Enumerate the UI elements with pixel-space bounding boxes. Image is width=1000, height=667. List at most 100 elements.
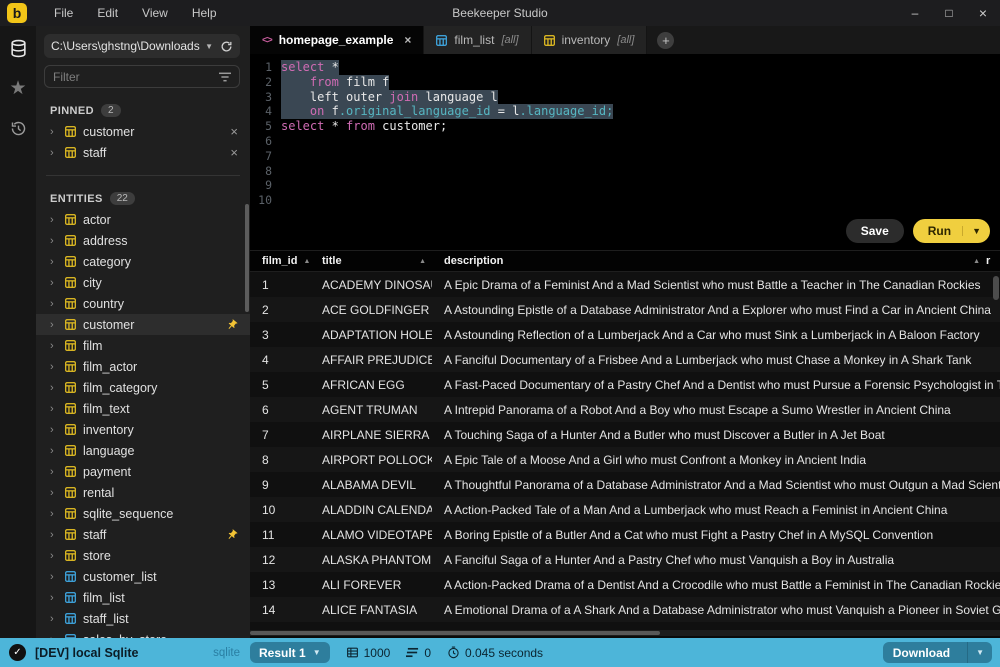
entity-item-film_category[interactable]: › film_category xyxy=(36,377,250,398)
chevron-right-icon[interactable]: › xyxy=(50,508,58,520)
tab-homepage_example[interactable]: <>homepage_example× xyxy=(250,26,424,54)
chevron-right-icon[interactable]: › xyxy=(50,571,58,583)
pinned-item-staff[interactable]: › staff× xyxy=(36,142,250,163)
chevron-right-icon[interactable]: › xyxy=(50,382,58,394)
table-row[interactable]: 7AIRPLANE SIERRAA Touching Saga of a Hun… xyxy=(250,422,1000,447)
sort-arrow-icon[interactable]: ▲ xyxy=(419,258,426,265)
chevron-right-icon[interactable]: › xyxy=(50,340,58,352)
entity-item-payment[interactable]: › payment xyxy=(36,461,250,482)
result-selector[interactable]: Result 1 ▼ xyxy=(250,642,330,663)
favorites-icon[interactable]: ★ xyxy=(6,76,30,100)
chevron-right-icon[interactable]: › xyxy=(50,298,58,310)
close-button[interactable]: × xyxy=(966,0,1000,26)
chevron-right-icon[interactable]: › xyxy=(50,445,58,457)
entity-item-rental[interactable]: › rental xyxy=(36,482,250,503)
entity-item-film_text[interactable]: › film_text xyxy=(36,398,250,419)
unpin-close-icon[interactable]: × xyxy=(230,145,238,160)
filter-icon[interactable] xyxy=(219,72,231,82)
download-options-caret-icon[interactable]: ▼ xyxy=(967,642,992,663)
refresh-icon[interactable] xyxy=(220,40,233,53)
chevron-right-icon[interactable]: › xyxy=(50,319,58,331)
table-row[interactable]: 14ALICE FANTASIAA Emotional Drama of a A… xyxy=(250,597,1000,622)
entity-item-actor[interactable]: › actor xyxy=(36,209,250,230)
table-row[interactable]: 2ACE GOLDFINGERA Astounding Epistle of a… xyxy=(250,297,1000,322)
entity-item-film_actor[interactable]: › film_actor xyxy=(36,356,250,377)
entity-item-address[interactable]: › address xyxy=(36,230,250,251)
table-row[interactable]: 5AFRICAN EGGA Fast-Paced Documentary of … xyxy=(250,372,1000,397)
column-header-description[interactable]: description▲ xyxy=(432,255,986,267)
entity-item-sqlite_sequence[interactable]: › sqlite_sequence xyxy=(36,503,250,524)
chevron-right-icon[interactable]: › xyxy=(50,256,58,268)
filter-input[interactable] xyxy=(53,70,219,84)
chevron-right-icon[interactable]: › xyxy=(50,126,58,138)
table-row[interactable]: 12ALASKA PHANTOMA Fanciful Saga of a Hun… xyxy=(250,547,1000,572)
connection-path-selector[interactable]: C:\Users\ghstng\Downloads ▼ xyxy=(44,34,240,58)
table-row[interactable]: 1ACADEMY DINOSAURA Epic Drama of a Femin… xyxy=(250,272,1000,297)
results-vertical-scrollbar[interactable] xyxy=(993,276,999,300)
connection-status[interactable]: ✓ [DEV] local Sqlite sqlite xyxy=(0,644,250,661)
cell-description: A Fast-Paced Documentary of a Pastry Che… xyxy=(432,378,1000,392)
menu-file[interactable]: File xyxy=(43,3,84,23)
chevron-right-icon[interactable]: › xyxy=(50,550,58,562)
entity-item-country[interactable]: › country xyxy=(36,293,250,314)
entity-item-customer_list[interactable]: › customer_list xyxy=(36,566,250,587)
new-tab-button[interactable]: + xyxy=(657,32,674,49)
table-row[interactable]: 3ADAPTATION HOLESA Astounding Reflection… xyxy=(250,322,1000,347)
chevron-right-icon[interactable]: › xyxy=(50,613,58,625)
pinned-item-customer[interactable]: › customer× xyxy=(36,121,250,142)
sql-editor[interactable]: 1select *2 from film f3 left outer join … xyxy=(250,54,1000,250)
column-header-r[interactable]: r xyxy=(986,255,1000,267)
table-row[interactable]: 13ALI FOREVERA Action-Packed Drama of a … xyxy=(250,572,1000,597)
chevron-right-icon[interactable]: › xyxy=(50,487,58,499)
menu-edit[interactable]: Edit xyxy=(86,3,129,23)
entity-item-category[interactable]: › category xyxy=(36,251,250,272)
tab-film_list[interactable]: film_list[all] xyxy=(424,26,531,54)
scrollbar-thumb[interactable] xyxy=(250,631,660,635)
entity-item-staff[interactable]: › staff xyxy=(36,524,250,545)
table-row[interactable]: 4AFFAIR PREJUDICEA Fanciful Documentary … xyxy=(250,347,1000,372)
entity-item-city[interactable]: › city xyxy=(36,272,250,293)
entity-item-inventory[interactable]: › inventory xyxy=(36,419,250,440)
entity-item-language[interactable]: › language xyxy=(36,440,250,461)
minimize-button[interactable]: – xyxy=(898,0,932,26)
menu-help[interactable]: Help xyxy=(181,3,228,23)
table-row[interactable]: 6AGENT TRUMANA Intrepid Panorama of a Ro… xyxy=(250,397,1000,422)
chevron-right-icon[interactable]: › xyxy=(50,214,58,226)
entity-item-staff_list[interactable]: › staff_list xyxy=(36,608,250,629)
run-button[interactable]: Run ▼ xyxy=(913,219,990,243)
maximize-button[interactable]: □ xyxy=(932,0,966,26)
table-row[interactable]: 11ALAMO VIDEOTAPEA Boring Epistle of a B… xyxy=(250,522,1000,547)
history-icon[interactable] xyxy=(6,116,30,140)
entity-item-film[interactable]: › film xyxy=(36,335,250,356)
table-row[interactable]: 10ALADDIN CALENDARA Action-Packed Tale o… xyxy=(250,497,1000,522)
save-button[interactable]: Save xyxy=(846,219,904,243)
unpin-close-icon[interactable]: × xyxy=(230,124,238,139)
tab-close-icon[interactable]: × xyxy=(404,33,411,47)
chevron-right-icon[interactable]: › xyxy=(50,147,58,159)
chevron-right-icon[interactable]: › xyxy=(50,361,58,373)
table-row[interactable]: 15ALIEN CENTERA Brilliant Drama of a Cat… xyxy=(250,622,1000,630)
column-header-title[interactable]: title▲ xyxy=(310,255,432,267)
download-button[interactable]: Download ▼ xyxy=(883,642,992,663)
chevron-right-icon[interactable]: › xyxy=(50,235,58,247)
sort-arrow-icon[interactable]: ▲ xyxy=(973,258,980,265)
entity-item-store[interactable]: › store xyxy=(36,545,250,566)
menu-view[interactable]: View xyxy=(131,3,179,23)
sidebar-scrollbar[interactable] xyxy=(245,204,249,312)
results-horizontal-scrollbar[interactable] xyxy=(250,630,1000,636)
chevron-right-icon[interactable]: › xyxy=(50,403,58,415)
entity-item-film_list[interactable]: › film_list xyxy=(36,587,250,608)
chevron-right-icon[interactable]: › xyxy=(50,592,58,604)
tab-inventory[interactable]: inventory[all] xyxy=(532,26,648,54)
chevron-right-icon[interactable]: › xyxy=(50,466,58,478)
column-header-film_id[interactable]: film_id▲ xyxy=(250,255,310,267)
entity-item-customer[interactable]: › customer xyxy=(36,314,250,335)
table-row[interactable]: 9ALABAMA DEVILA Thoughtful Panorama of a… xyxy=(250,472,1000,497)
entity-item-sales_by_store[interactable]: › sales_by_store xyxy=(36,629,250,638)
database-icon[interactable] xyxy=(6,36,30,60)
chevron-right-icon[interactable]: › xyxy=(50,277,58,289)
chevron-right-icon[interactable]: › xyxy=(50,529,58,541)
run-options-caret-icon[interactable]: ▼ xyxy=(962,226,990,236)
chevron-right-icon[interactable]: › xyxy=(50,424,58,436)
table-row[interactable]: 8AIRPORT POLLOCKA Epic Tale of a Moose A… xyxy=(250,447,1000,472)
